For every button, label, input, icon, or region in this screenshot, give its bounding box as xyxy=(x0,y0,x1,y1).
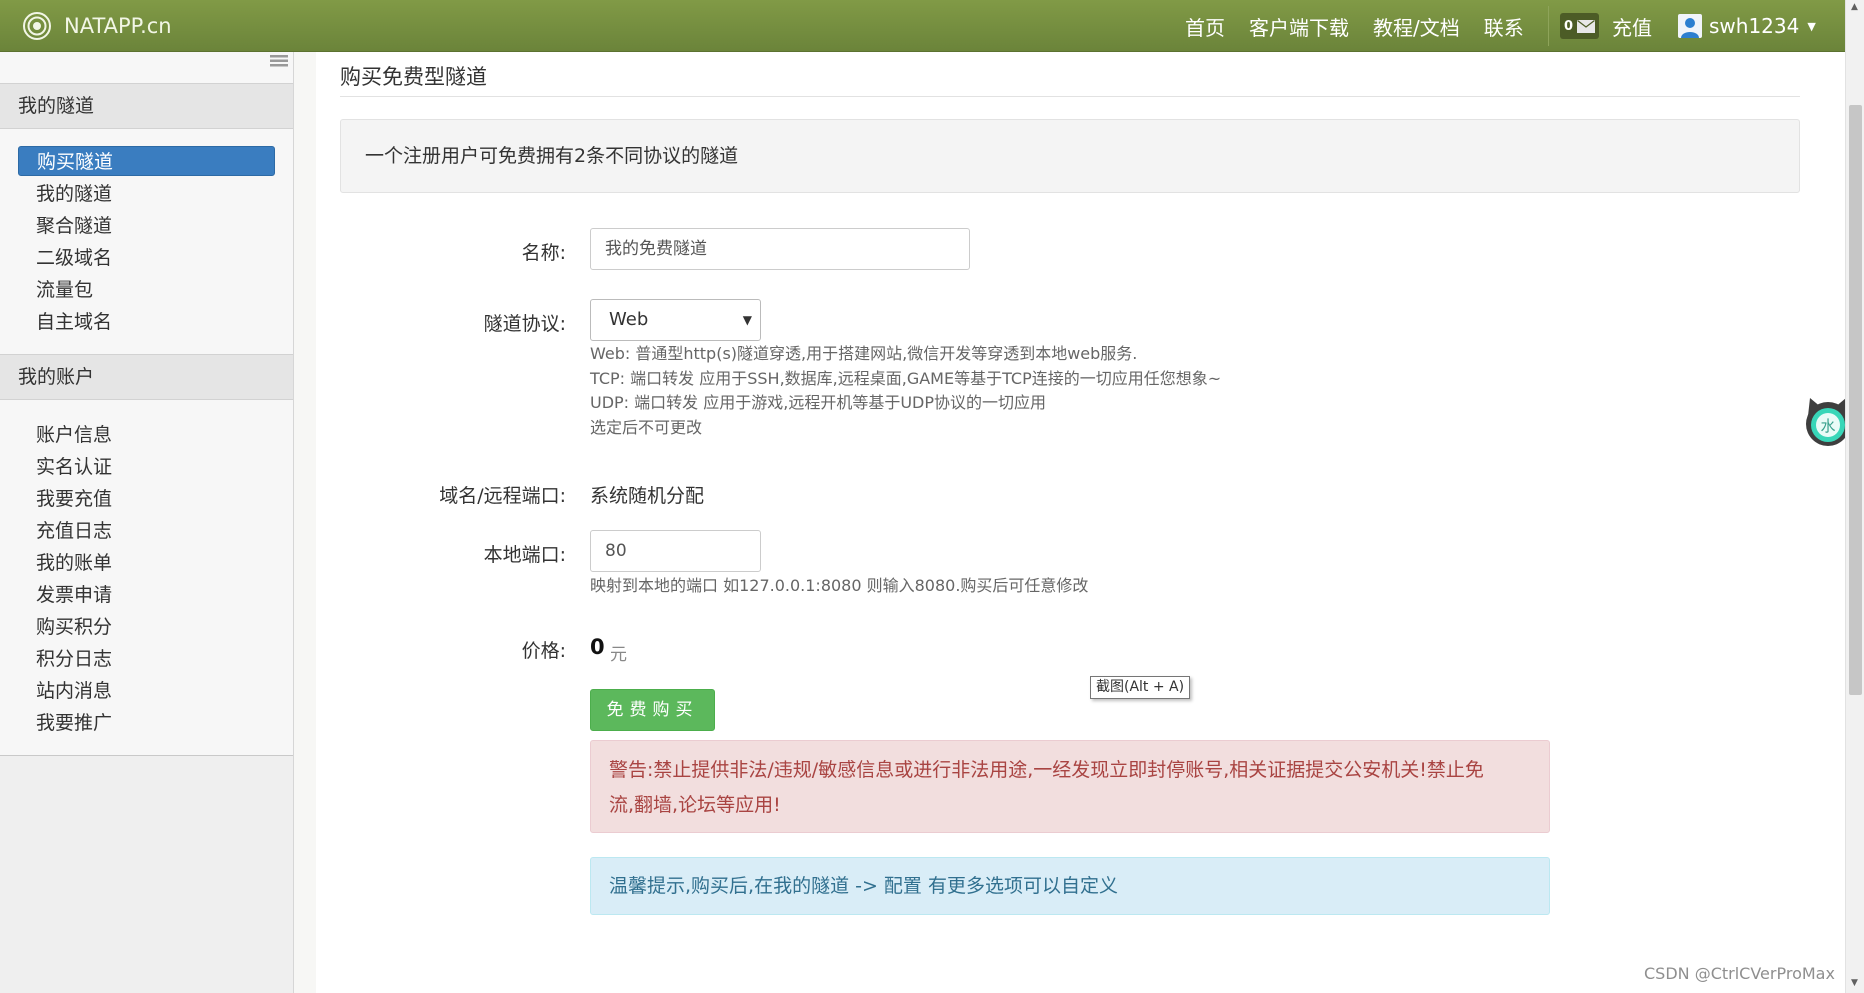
scrollbar-thumb[interactable] xyxy=(1849,105,1862,695)
svg-text:水: 水 xyxy=(1820,417,1835,435)
page-scrollbar[interactable]: ▲ ▼ xyxy=(1845,0,1864,993)
message-badge[interactable]: 0 xyxy=(1560,13,1600,39)
sidebar-item-recharge-log[interactable]: 充值日志 xyxy=(18,516,275,546)
scroll-up-icon[interactable]: ▲ xyxy=(1851,2,1858,12)
sidebar-item-verification[interactable]: 实名认证 xyxy=(18,452,275,482)
info-notice: 一个注册用户可免费拥有2条不同协议的隧道 xyxy=(340,119,1800,193)
sidebar-item-referral[interactable]: 我要推广 xyxy=(18,708,275,738)
domain-label: 域名/远程端口: xyxy=(439,485,566,507)
nav-contact[interactable]: 联系 xyxy=(1484,12,1524,41)
warning-line-1: 警告:禁止提供非法/违规/敏感信息或进行非法用途,一经发现立即封停账号,相关证据… xyxy=(609,759,1484,781)
watermark: CSDN @CtrlCVerProMax xyxy=(1644,964,1835,983)
sidebar-menu: 我的隧道 购买隧道 我的隧道 聚合隧道 二级域名 流量包 自主域名 我的账户 账… xyxy=(0,52,293,756)
sidebar-item-buy-tunnel[interactable]: 购买隧道 xyxy=(18,146,275,176)
warning-alert: 警告:禁止提供非法/违规/敏感信息或进行非法用途,一经发现立即封停账号,相关证据… xyxy=(590,740,1550,833)
port-help: 映射到本地的端口 如127.0.0.1:8080 则输入8080.购买后可任意修… xyxy=(590,576,1089,595)
price-label: 价格: xyxy=(521,640,566,662)
sidebar-item-messages[interactable]: 站内消息 xyxy=(18,676,275,706)
brand-name: NATAPP.cn xyxy=(64,14,172,38)
protocol-help: Web: 普通型http(s)隧道穿透,用于搭建网站,微信开发等穿透到本地web… xyxy=(590,342,1221,440)
page-title: 购买免费型隧道 xyxy=(340,65,487,89)
sidebar-item-invoice[interactable]: 发票申请 xyxy=(18,580,275,610)
wallet-link[interactable]: 0 充值 xyxy=(1560,12,1652,41)
protocol-select[interactable]: Web ▼ xyxy=(590,299,761,341)
free-buy-button[interactable]: 免费购买 xyxy=(590,689,715,731)
sidebar-item-custom-domain[interactable]: 自主域名 xyxy=(18,307,275,337)
sidebar-item-recharge[interactable]: 我要充值 xyxy=(18,484,275,514)
sidebar-section-tunnels: 我的隧道 xyxy=(0,83,293,129)
tip-alert: 温馨提示,购买后,在我的隧道 -> 配置 有更多选项可以自定义 xyxy=(590,857,1550,915)
warning-line-2: 流,翻墙,论坛等应用! xyxy=(609,794,781,816)
mail-icon xyxy=(1577,19,1596,33)
name-label: 名称: xyxy=(521,242,566,264)
message-count: 0 xyxy=(1564,18,1574,34)
nav-download[interactable]: 客户端下载 xyxy=(1249,12,1349,41)
username: swh1234 xyxy=(1709,14,1800,38)
sidebar-item-traffic-pack[interactable]: 流量包 xyxy=(18,275,275,305)
help-tcp: TCP: 端口转发 应用于SSH,数据库,远程桌面,GAME等基于TCP连接的一… xyxy=(590,368,1222,388)
sidebar-item-subdomain[interactable]: 二级域名 xyxy=(18,243,275,273)
screenshot-tooltip: 截图(Alt + A) xyxy=(1090,676,1191,699)
domain-value: 系统随机分配 xyxy=(590,485,705,507)
price-unit: 元 xyxy=(610,645,627,665)
sidebar-item-points-log[interactable]: 积分日志 xyxy=(18,644,275,674)
protocol-label: 隧道协议: xyxy=(483,313,566,335)
user-avatar-icon xyxy=(1678,14,1702,38)
price-value: 0 xyxy=(590,635,605,659)
main-content: 购买免费型隧道 一个注册用户可免费拥有2条不同协议的隧道 名称: 我的免费隧道 … xyxy=(316,52,1845,993)
sidebar-item-buy-points[interactable]: 购买积分 xyxy=(18,612,275,642)
sidebar-section-account: 我的账户 xyxy=(0,354,293,400)
protocol-selected-value: Web xyxy=(609,309,649,330)
sidebar-toggle-icon[interactable] xyxy=(270,54,288,68)
sidebar: 我的隧道 购买隧道 我的隧道 聚合隧道 二级域名 流量包 自主域名 我的账户 账… xyxy=(0,52,294,993)
help-udp: UDP: 端口转发 应用于游戏,远程开机等基于UDP协议的一切应用 xyxy=(590,393,1047,412)
logo-icon xyxy=(23,12,51,40)
nav-docs[interactable]: 教程/文档 xyxy=(1373,12,1460,41)
chevron-down-icon: ▼ xyxy=(742,313,752,327)
chevron-down-icon: ▼ xyxy=(1807,19,1816,33)
help-immutable: 选定后不可更改 xyxy=(590,417,703,437)
nav-divider xyxy=(1548,6,1549,46)
help-web: Web: 普通型http(s)隧道穿透,用于搭建网站,微信开发等穿透到本地web… xyxy=(590,344,1138,363)
recharge-link[interactable]: 充值 xyxy=(1612,12,1652,41)
scroll-down-icon[interactable]: ▼ xyxy=(1851,978,1858,988)
sidebar-item-my-tunnels[interactable]: 我的隧道 xyxy=(18,179,275,209)
sidebar-item-account-info[interactable]: 账户信息 xyxy=(18,420,275,450)
top-navbar: NATAPP.cn 首页 客户端下载 教程/文档 联系 0 充值 swh1234… xyxy=(0,0,1845,52)
local-port-label: 本地端口: xyxy=(483,544,566,566)
brand-logo[interactable]: NATAPP.cn xyxy=(22,9,172,43)
user-menu[interactable]: swh1234 ▼ xyxy=(1678,10,1816,42)
sidebar-item-bills[interactable]: 我的账单 xyxy=(18,548,275,578)
local-port-input[interactable]: 80 xyxy=(590,530,761,572)
sidebar-item-aggregate-tunnels[interactable]: 聚合隧道 xyxy=(18,211,275,241)
title-divider xyxy=(340,96,1800,97)
main-nav: 首页 客户端下载 教程/文档 联系 xyxy=(1185,0,1548,52)
nav-home[interactable]: 首页 xyxy=(1185,12,1225,41)
tunnel-name-input[interactable]: 我的免费隧道 xyxy=(590,228,970,270)
